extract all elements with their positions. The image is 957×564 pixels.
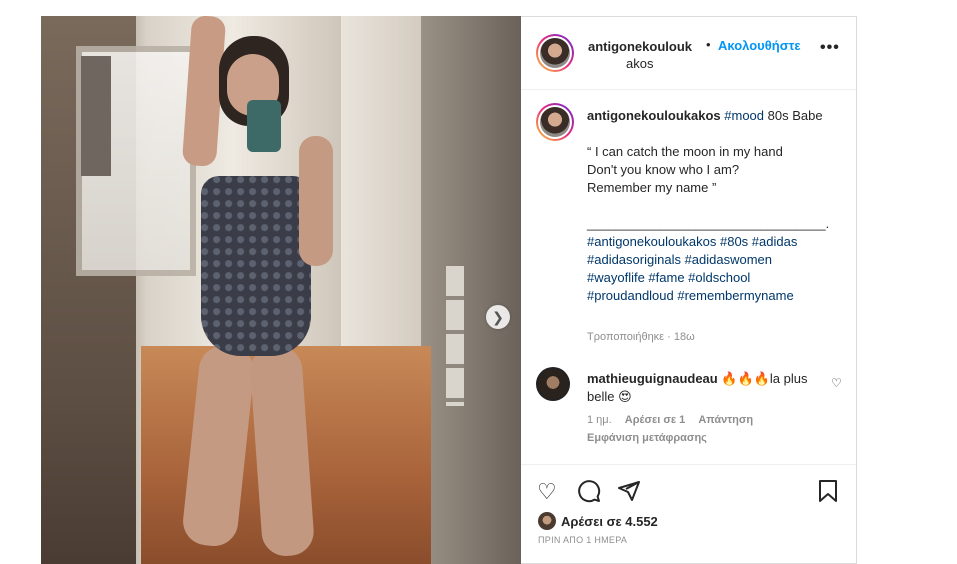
author-avatar[interactable] [536, 34, 574, 72]
figure-arm-right [299, 136, 333, 266]
caption-tag-mood[interactable]: #mood [724, 108, 764, 123]
caption-quote-line-2: Don't you know who I am? [587, 162, 740, 177]
caption-quote-line-1: “ I can catch the moon in my hand [587, 144, 783, 159]
comment-like-heart-icon[interactable]: ♡ [831, 376, 842, 390]
caption-username[interactable]: antigonekouloukakos [587, 108, 721, 123]
caption-text: 80s Babe [764, 108, 823, 123]
share-paper-plane-icon[interactable] [617, 479, 643, 505]
comment-reply-button[interactable]: Απάντηση [698, 414, 753, 426]
image-light-switch [446, 266, 464, 406]
like-heart-icon[interactable]: ♡ [537, 479, 563, 505]
likes-count[interactable]: Αρέσει σε 4.552 [561, 514, 658, 529]
save-bookmark-icon[interactable] [817, 479, 843, 505]
comment-likes[interactable]: Αρέσει σε 1 [625, 414, 686, 426]
header-separator: • [706, 37, 711, 52]
comment: mathieuguignaudeau 🔥🔥🔥la plus belle 😍 [587, 370, 822, 406]
figure-torso [201, 176, 311, 356]
post-caption: antigonekouloukakos #mood 80s Babe “ I c… [587, 107, 832, 305]
caption-divider: _________________________________. [587, 216, 830, 231]
show-translation-button[interactable]: Εμφάνιση μετάφρασης [587, 432, 707, 444]
figure-phone [247, 100, 281, 152]
post-header: antigonekoulouk akos • Ακολουθήστε ••• [521, 17, 856, 90]
chevron-right-icon: ❯ [492, 308, 504, 325]
post-date[interactable]: ΠΡΙΝ ΑΠΟ 1 ΗΜΕΡΑ [538, 535, 627, 545]
post-side-panel: antigonekoulouk akos • Ακολουθήστε ••• a… [521, 16, 857, 564]
post-image[interactable] [41, 16, 521, 564]
image-blind [81, 56, 111, 176]
next-image-button[interactable]: ❯ [486, 305, 510, 329]
follow-button[interactable]: Ακολουθήστε [718, 38, 801, 53]
liker-avatar[interactable] [538, 512, 556, 530]
caption-hashtags[interactable]: #antigonekouloukakos #80s #adidas #adida… [587, 233, 832, 305]
caption-avatar[interactable] [536, 103, 574, 141]
comment-time: 1 ημ. [587, 414, 612, 426]
edited-timestamp: Τροποποιήθηκε · 18ω [587, 331, 695, 343]
commenter-avatar[interactable] [536, 367, 570, 401]
comment-bubble-icon[interactable] [577, 479, 603, 505]
more-options-icon[interactable]: ••• [820, 39, 840, 57]
post-actions: ♡ Αρέσει σε 4.552 ΠΡΙΝ ΑΠΟ 1 ΗΜΕΡΑ [521, 464, 856, 564]
comment-meta: 1 ημ. Αρέσει σε 1 Απάντηση [587, 414, 763, 426]
author-username[interactable]: antigonekoulouk akos [588, 38, 698, 72]
image-wall-right [421, 16, 521, 564]
commenter-username[interactable]: mathieuguignaudeau [587, 371, 718, 386]
caption-quote-line-3: Remember my name ” [587, 180, 717, 195]
